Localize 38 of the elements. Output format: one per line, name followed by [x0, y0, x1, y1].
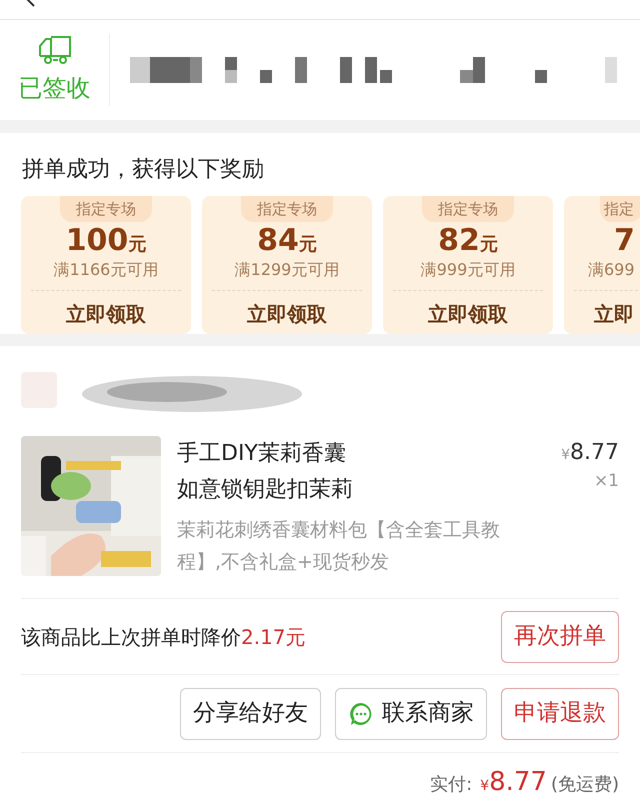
product-price: 8.77 — [570, 439, 619, 467]
total-label: 实付: — [430, 773, 472, 797]
coupon-unit: 元 — [298, 233, 317, 258]
coupon-tag: 指定专场 — [241, 196, 333, 222]
coupon-amount: 82 — [438, 224, 480, 258]
rewards-title: 拼单成功，获得以下奖励 — [21, 156, 265, 184]
price-drop-notice: 该商品比上次拼单时降价2.17元 — [21, 624, 306, 650]
truck-icon — [36, 34, 72, 66]
coupon-amount: 84 — [257, 224, 299, 258]
coupon-tag: 指定 — [600, 196, 640, 222]
contact-button[interactable]: 联系商家 — [335, 688, 487, 740]
coupon-amount: 7 — [614, 224, 635, 258]
coupon-condition: 满1166元可用 — [54, 259, 158, 282]
claim-button[interactable]: 立即 — [594, 299, 634, 330]
coupon-condition: 满999元可用 — [420, 259, 516, 282]
currency-symbol: ¥ — [480, 777, 490, 796]
shipping-note: (免运费) — [550, 773, 619, 797]
product-spec: 茉莉花刺绣香囊材料包【含全套工具教程】,不含礼盒+现货秒发 — [177, 518, 501, 575]
action-button[interactable]: 分享给好友 — [180, 688, 321, 740]
coupon-condition: 满699 — [588, 259, 635, 282]
coupon-tag: 指定专场 — [60, 196, 152, 222]
product-title: 如意锁钥匙扣茉莉 — [177, 476, 353, 504]
product-title: 手工DIY茉莉香囊 — [177, 440, 347, 468]
delivery-status: 已签收 — [18, 73, 90, 104]
product-quantity: ×1 — [594, 470, 619, 493]
action-button[interactable]: 再次拼单 — [501, 610, 619, 662]
total-amount: 8.77 — [489, 766, 547, 799]
coupon-amount: 100 — [66, 224, 128, 258]
coupon-unit: 元 — [480, 233, 498, 258]
coupon-tag: 指定专场 — [422, 196, 514, 222]
coupon-unit: 元 — [128, 233, 146, 258]
chat-icon — [348, 700, 374, 726]
claim-button[interactable]: 立即领取 — [247, 299, 327, 330]
action-button[interactable]: 申请退款 — [501, 688, 619, 740]
coupon-condition: 满1299元可用 — [234, 259, 340, 282]
currency-symbol: ¥ — [561, 446, 570, 465]
claim-button[interactable]: 立即领取 — [66, 299, 146, 330]
claim-button[interactable]: 立即领取 — [428, 299, 508, 330]
